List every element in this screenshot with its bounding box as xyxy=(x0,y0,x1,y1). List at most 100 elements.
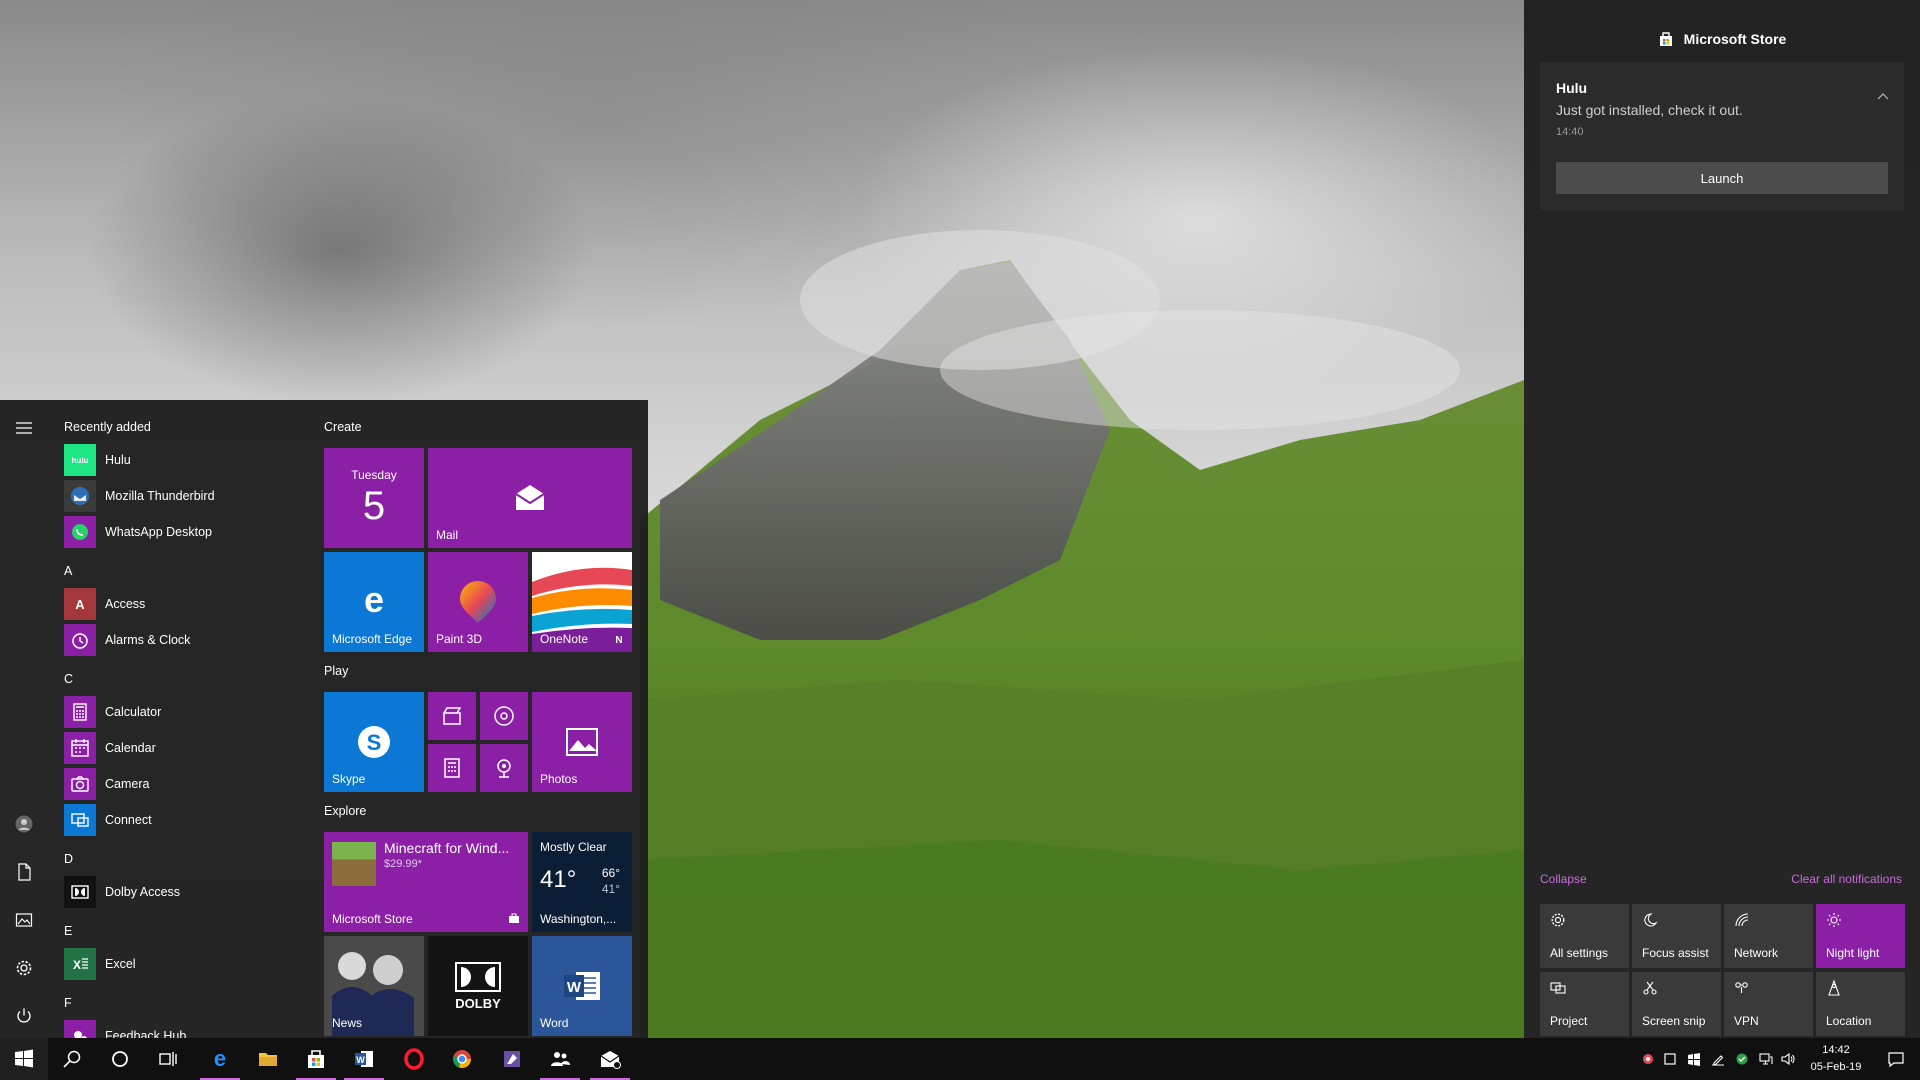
onenote-tile[interactable]: OneNote N xyxy=(532,552,632,652)
collapse-link[interactable]: Collapse xyxy=(1540,872,1587,886)
quick-action-label: Network xyxy=(1734,946,1779,960)
group-title-explore[interactable]: Explore xyxy=(324,804,366,818)
quick-action-location[interactable]: Location xyxy=(1816,972,1905,1036)
dolby-tile[interactable]: DOLBY xyxy=(428,936,528,1036)
taskbar-file-explorer[interactable] xyxy=(244,1038,292,1080)
quick-action-all-settings[interactable]: All settings xyxy=(1540,904,1629,968)
tray-security-icon[interactable] xyxy=(1732,1038,1752,1080)
quick-action-network[interactable]: Network xyxy=(1724,904,1813,968)
app-item-connect[interactable]: Connect xyxy=(64,803,304,837)
store-bag-icon xyxy=(308,1050,324,1068)
taskbar-paint3d[interactable] xyxy=(488,1038,536,1080)
quick-action-focus-assist[interactable]: Focus assist xyxy=(1632,904,1721,968)
taskbar-mail[interactable] xyxy=(586,1038,634,1080)
app-item-access[interactable]: A Access xyxy=(64,587,304,621)
paint3d-tile-label: Paint 3D xyxy=(436,632,483,646)
weather-tile[interactable]: Mostly Clear 41° 66° 41° Washington,... xyxy=(532,832,632,932)
notification-card[interactable]: Hulu Just got installed, check it out. 1… xyxy=(1540,62,1904,210)
tray-windows-icon[interactable] xyxy=(1684,1038,1704,1080)
pictures-button[interactable] xyxy=(0,898,48,942)
svg-text:e: e xyxy=(214,1048,226,1070)
documents-button[interactable] xyxy=(0,850,48,894)
skype-tile-label: Skype xyxy=(332,772,366,786)
task-view-icon xyxy=(159,1052,177,1066)
mail-tile[interactable]: Mail xyxy=(428,448,632,548)
pen-icon xyxy=(1712,1055,1724,1066)
group-title-play[interactable]: Play xyxy=(324,664,348,678)
cortana-button[interactable] xyxy=(96,1038,144,1080)
section-letter-c[interactable]: C xyxy=(64,672,73,686)
notification-app-header[interactable]: Microsoft Store xyxy=(1524,28,1920,50)
quick-action-label: VPN xyxy=(1734,1014,1759,1028)
start-button[interactable] xyxy=(0,1038,48,1080)
thunderbird-icon xyxy=(64,480,96,512)
microsoft-store-tile[interactable]: Minecraft for Wind... $29.99* Microsoft … xyxy=(324,832,528,932)
app-item-alarms-clock[interactable]: Alarms & Clock xyxy=(64,623,304,657)
quick-action-project[interactable]: Project xyxy=(1540,972,1629,1036)
movies-tv-tile[interactable] xyxy=(428,692,476,740)
clear-all-notifications-link[interactable]: Clear all notifications xyxy=(1791,872,1902,886)
taskbar-chrome[interactable] xyxy=(438,1038,486,1080)
skype-tile[interactable]: S Skype xyxy=(324,692,424,792)
store-tile-title: Minecraft for Wind... xyxy=(384,840,510,856)
windows-shield-icon xyxy=(1688,1053,1700,1066)
taskbar-opera[interactable] xyxy=(390,1038,438,1080)
app-label: Excel xyxy=(105,957,136,971)
tray-tablet-icon[interactable] xyxy=(1660,1038,1680,1080)
quick-action-night-light[interactable]: Night light xyxy=(1816,904,1905,968)
paint3d-tile[interactable]: Paint 3D xyxy=(428,552,528,652)
app-item-camera[interactable]: Camera xyxy=(64,767,304,801)
people-icon xyxy=(551,1052,570,1066)
section-letter-e[interactable]: E xyxy=(64,924,72,938)
launch-button[interactable]: Launch xyxy=(1556,162,1888,194)
groove-music-tile[interactable] xyxy=(480,692,528,740)
app-item-calendar[interactable]: Calendar xyxy=(64,731,304,765)
app-item-hulu[interactable]: hulu Hulu xyxy=(64,443,304,477)
group-title-create[interactable]: Create xyxy=(324,420,362,434)
edge-tile[interactable]: e Microsoft Edge xyxy=(324,552,424,652)
tray-network-icon[interactable] xyxy=(1756,1038,1776,1080)
svg-text:X: X xyxy=(73,958,81,972)
taskbar-edge[interactable]: e xyxy=(196,1038,244,1080)
app-item-excel[interactable]: X Excel xyxy=(64,947,304,981)
access-icon: A xyxy=(64,588,96,620)
app-item-whatsapp-desktop[interactable]: WhatsApp Desktop xyxy=(64,515,304,549)
section-letter-f[interactable]: F xyxy=(64,996,72,1010)
photos-tile[interactable]: Photos xyxy=(532,692,632,792)
task-view-button[interactable] xyxy=(144,1038,192,1080)
app-item-calculator[interactable]: Calculator xyxy=(64,695,304,729)
quick-action-screen-snip[interactable]: Screen snip xyxy=(1632,972,1721,1036)
app-item-feedback-hub[interactable]: Feedback Hub xyxy=(64,1019,304,1038)
quick-action-label: Night light xyxy=(1826,946,1880,960)
taskbar-people[interactable] xyxy=(536,1038,584,1080)
word-tile[interactable]: W Word xyxy=(532,936,632,1036)
chevron-up-icon[interactable] xyxy=(1876,90,1890,104)
app-label: Calculator xyxy=(105,705,162,719)
music-disc-icon xyxy=(480,692,528,740)
calendar-tile[interactable]: Tuesday 5 xyxy=(324,448,424,548)
tray-app-icon[interactable] xyxy=(1638,1038,1658,1080)
taskbar-microsoft-store[interactable] xyxy=(292,1038,340,1080)
user-account-button[interactable] xyxy=(0,802,48,846)
news-tile[interactable]: News xyxy=(324,936,424,1036)
app-item-dolby-access[interactable]: Dolby Access xyxy=(64,875,304,909)
section-letter-a[interactable]: A xyxy=(64,564,72,578)
store-tile-label: Microsoft Store xyxy=(332,912,413,926)
search-button[interactable] xyxy=(48,1038,96,1080)
hamburger-menu-button[interactable] xyxy=(0,406,48,450)
tray-pen-icon[interactable] xyxy=(1708,1038,1728,1080)
quick-action-label: All settings xyxy=(1550,946,1609,960)
taskbar-word[interactable]: W xyxy=(340,1038,388,1080)
section-letter-d[interactable]: D xyxy=(64,852,73,866)
tray-volume-icon[interactable] xyxy=(1778,1038,1798,1080)
power-button[interactable] xyxy=(0,994,48,1038)
action-center-button[interactable] xyxy=(1872,1038,1920,1080)
settings-button[interactable] xyxy=(0,946,48,990)
quick-action-vpn[interactable]: VPN xyxy=(1724,972,1813,1036)
gear-icon xyxy=(1551,913,1565,927)
app-item-mozilla-thunderbird[interactable]: Mozilla Thunderbird xyxy=(64,479,304,513)
webcam-tile[interactable] xyxy=(480,744,528,792)
cortana-circle-icon xyxy=(112,1051,128,1067)
calculator-tile[interactable] xyxy=(428,744,476,792)
taskbar-clock[interactable]: 14:42 05-Feb-19 xyxy=(1800,1042,1872,1076)
